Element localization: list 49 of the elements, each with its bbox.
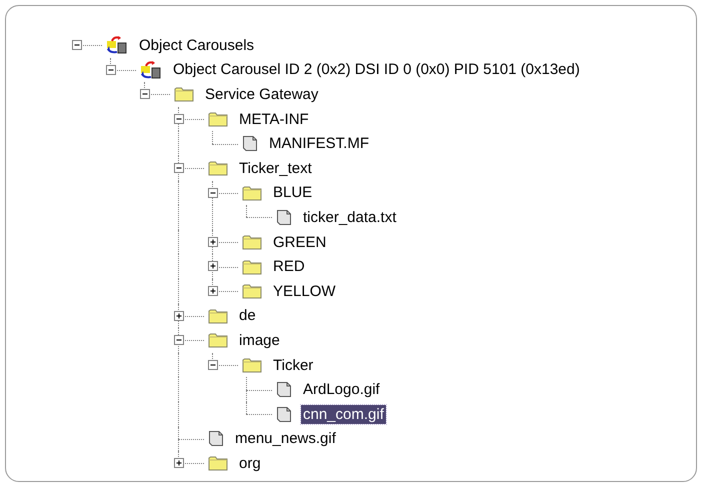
expand-toggle[interactable] (174, 310, 184, 321)
collapse-toggle[interactable] (208, 188, 218, 198)
tree-item[interactable]: de (237, 306, 258, 326)
file-icon (208, 430, 224, 448)
collapse-toggle[interactable] (72, 40, 82, 50)
carousel-icon (106, 36, 128, 54)
collapse-toggle[interactable] (208, 360, 218, 370)
expand-toggle[interactable] (208, 236, 218, 247)
carousel-icon (140, 60, 162, 79)
collapse-toggle[interactable] (174, 114, 184, 124)
collapse-toggle[interactable] (174, 162, 184, 173)
collapse-toggle[interactable] (174, 335, 184, 346)
tree-item[interactable]: ArdLogo.gif (301, 380, 382, 400)
tree-item[interactable]: Object Carousels (137, 36, 256, 55)
expand-toggle[interactable] (208, 261, 218, 272)
tree-item[interactable]: META-INF (237, 110, 311, 129)
folder-icon (208, 308, 228, 324)
folder-icon (242, 258, 262, 275)
tree-item[interactable]: YELLOW (271, 282, 338, 301)
tree-item[interactable]: ticker_data.txt (301, 208, 398, 227)
folder-icon (242, 184, 262, 201)
folder-icon (208, 160, 228, 176)
expand-toggle[interactable] (208, 286, 218, 296)
folder-icon (174, 86, 194, 102)
tree-item[interactable]: org (237, 454, 263, 473)
folder-icon (242, 283, 262, 300)
tree-item[interactable]: Object Carousel ID 2 (0x2) DSI ID 0 (0x0) PID 5101 (0x13ed) (171, 60, 582, 80)
tree-item[interactable]: Ticker_text (237, 158, 314, 178)
collapse-toggle[interactable] (140, 89, 150, 100)
tree-item[interactable]: image (237, 330, 282, 350)
tree-item[interactable]: Ticker (271, 356, 316, 375)
folder-icon (208, 332, 228, 348)
file-icon (242, 135, 258, 152)
tree-item[interactable]: cnn_com.gif (301, 404, 386, 424)
folder-icon (242, 234, 262, 250)
folder-icon (208, 111, 228, 128)
tree-item[interactable]: GREEN (271, 232, 328, 252)
tree-item[interactable]: RED (271, 257, 307, 276)
tree-item[interactable]: Service Gateway (203, 84, 320, 104)
collapse-toggle[interactable] (106, 64, 116, 75)
tree-item[interactable]: menu_news.gif (233, 429, 338, 448)
file-icon (276, 381, 292, 398)
file-icon (276, 208, 292, 226)
folder-icon (242, 357, 262, 374)
expand-toggle[interactable] (174, 458, 184, 468)
tree-item[interactable]: MANIFEST.MF (267, 134, 371, 154)
file-icon (276, 406, 292, 423)
folder-icon (208, 455, 228, 472)
tree-item[interactable]: BLUE (271, 183, 314, 202)
